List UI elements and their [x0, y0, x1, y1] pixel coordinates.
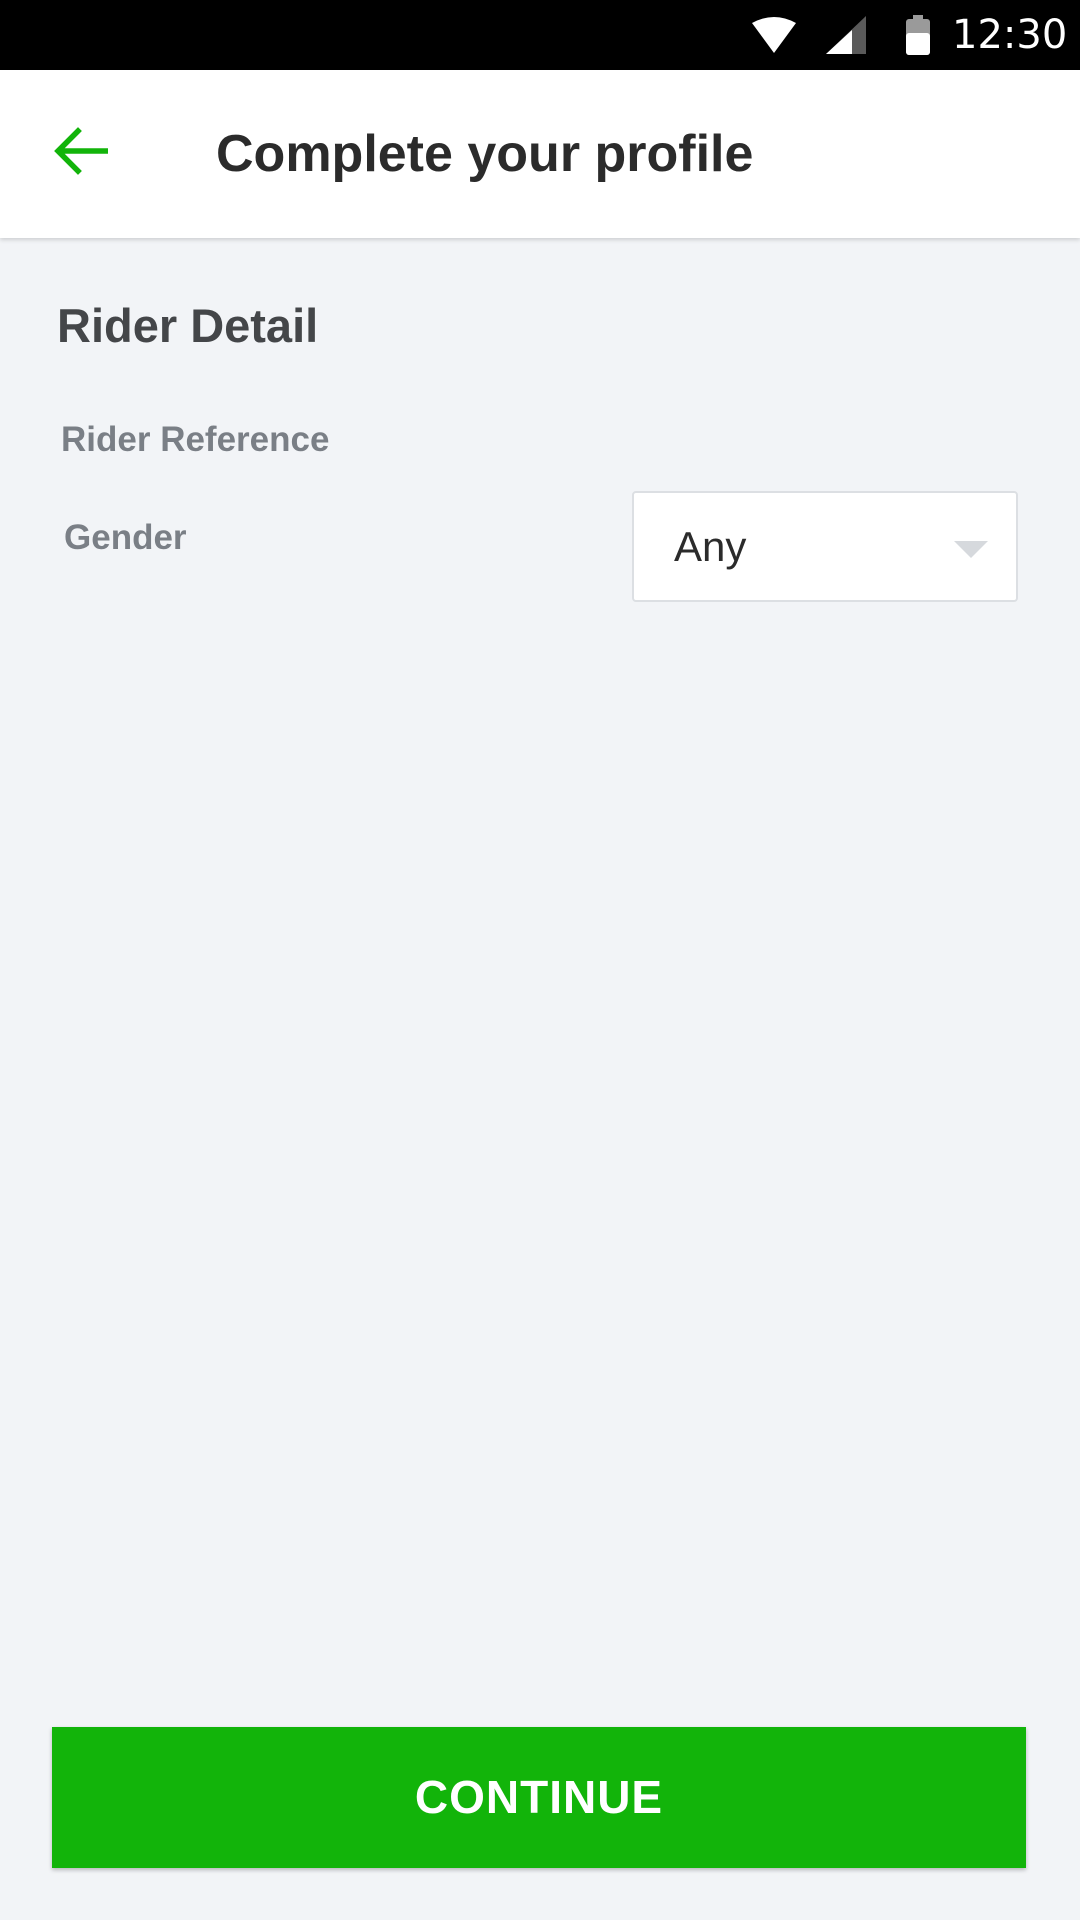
arrow-left-icon: [54, 126, 109, 180]
cellular-signal-icon: [824, 0, 868, 70]
gender-select[interactable]: Any: [632, 491, 1018, 602]
battery-icon: [902, 0, 934, 70]
app-bar: Complete your profile: [0, 70, 1080, 238]
gender-select-value: Any: [674, 523, 747, 570]
back-button[interactable]: [36, 108, 126, 198]
section-title: Rider Detail: [57, 299, 319, 352]
gender-label: Gender: [64, 518, 187, 557]
rider-reference-label: Rider Reference: [61, 420, 330, 459]
chevron-down-icon: [954, 541, 988, 558]
continue-button[interactable]: CONTINUE: [52, 1727, 1026, 1868]
status-bar: 12:30: [0, 0, 1080, 70]
wifi-icon: [748, 0, 800, 70]
status-time: 12:30: [952, 12, 1068, 58]
page-title: Complete your profile: [216, 125, 754, 183]
